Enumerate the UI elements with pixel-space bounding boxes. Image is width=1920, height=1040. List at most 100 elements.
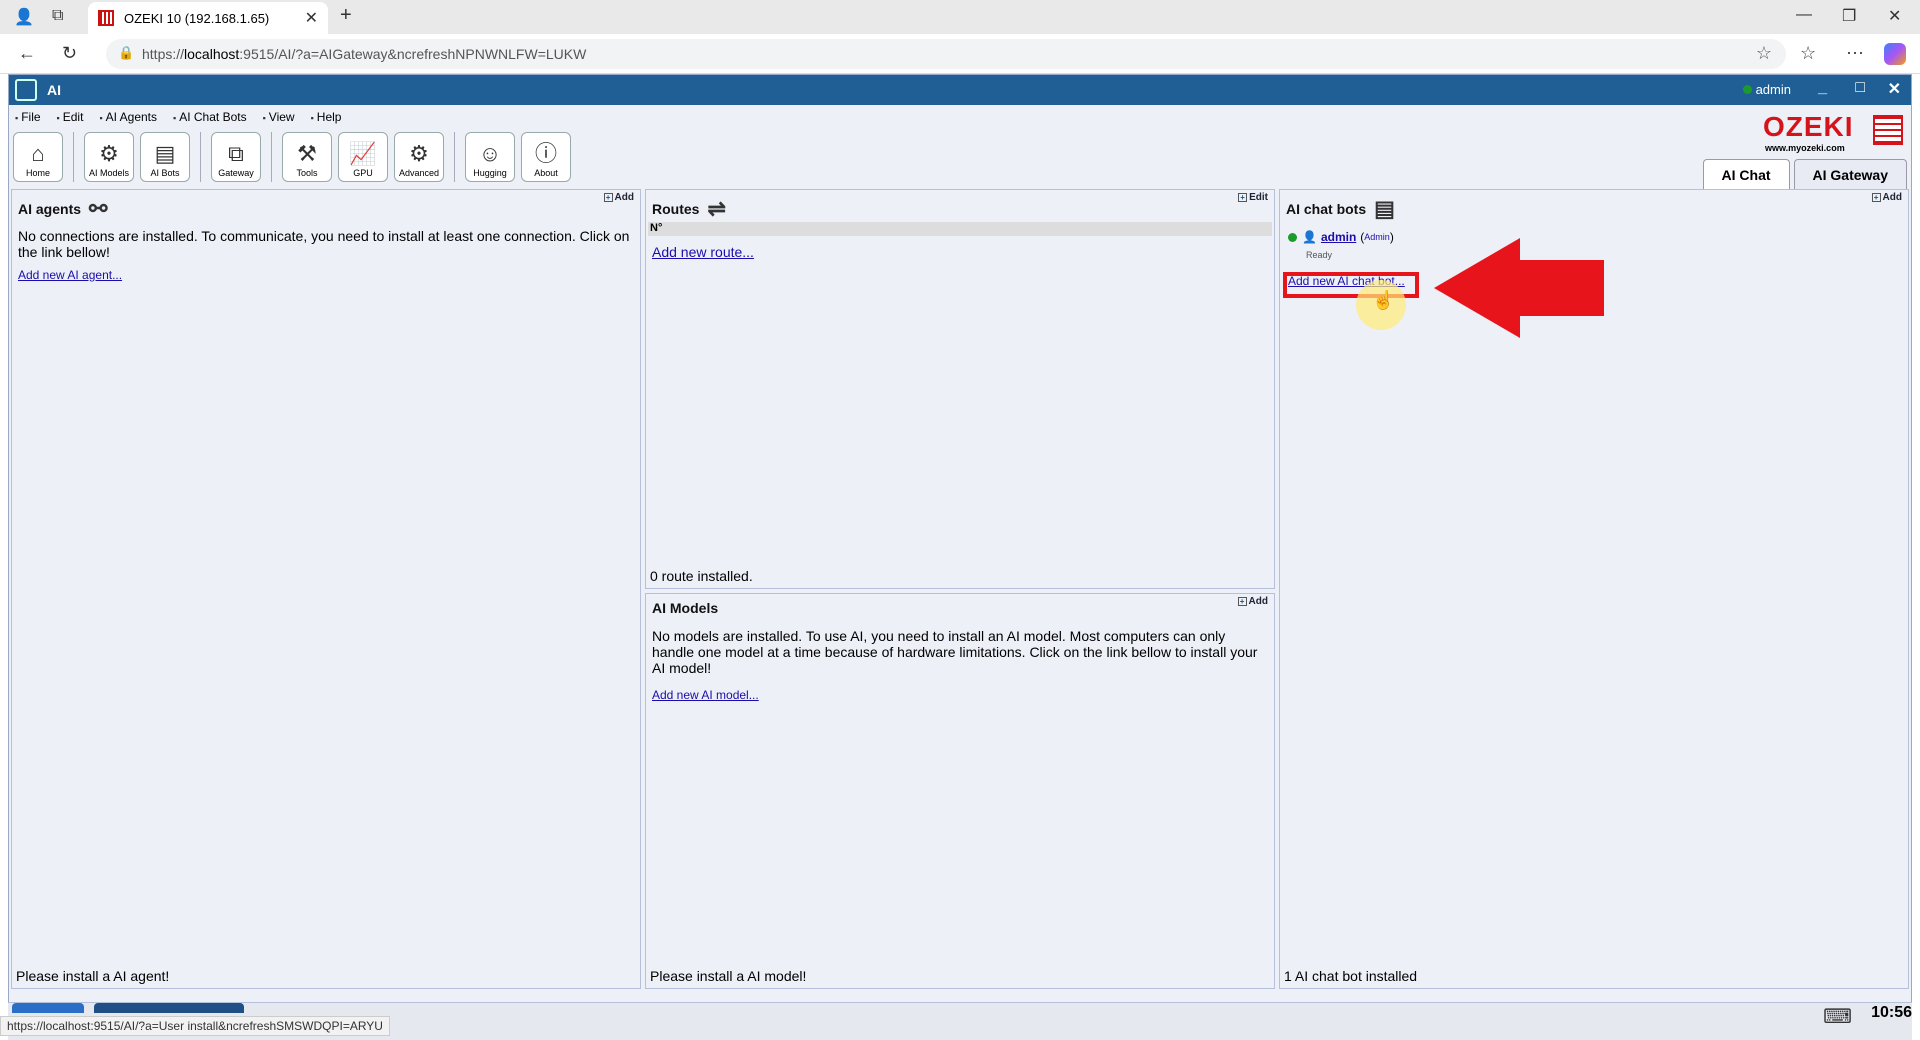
url-prefix: https:// bbox=[142, 46, 185, 62]
menu-ai-chat-bots[interactable]: AI Chat Bots bbox=[173, 110, 246, 124]
hand-cursor-icon: ☝ bbox=[1372, 290, 1395, 310]
agents-network-icon: ⚯ bbox=[89, 196, 108, 221]
add-ai-model-link[interactable]: Add new AI model... bbox=[652, 688, 759, 702]
tab-ai-gateway[interactable]: AI Gateway bbox=[1793, 159, 1907, 190]
gpu-icon: 📈 bbox=[349, 141, 377, 166]
bot-role-close: ) bbox=[1389, 230, 1394, 244]
plus-icon: + bbox=[1871, 193, 1881, 202]
ai-models-add-button[interactable]: + Add bbox=[1237, 596, 1268, 607]
routes-table-header: N° bbox=[648, 222, 1272, 236]
lock-icon[interactable]: 🔒 bbox=[118, 45, 134, 61]
toolbar-separator bbox=[454, 132, 455, 182]
panel-action-label: Add bbox=[1248, 596, 1268, 607]
plus-icon: + bbox=[1237, 597, 1247, 606]
tools-icon: ⚒ bbox=[297, 141, 317, 166]
toolbar-separator bbox=[73, 132, 74, 182]
toolbar-label: Advanced bbox=[398, 168, 440, 178]
bot-name-link[interactable]: admin bbox=[1321, 230, 1356, 244]
url-input[interactable]: 🔒 https://localhost:9515/AI/?a=AIGateway… bbox=[106, 39, 1786, 69]
app-toolbar: ⌂ Home ⚙ AI Models ▤ AI Bots ⧉ Gateway ⚒ Tool… bbox=[13, 132, 577, 186]
ai-chat-bots-title: AI chat bots ▤ bbox=[1286, 196, 1395, 222]
toolbar-tools-button[interactable]: ⚒ Tools bbox=[282, 132, 332, 182]
back-icon[interactable]: ← bbox=[18, 43, 36, 64]
toolbar-hugging-button[interactable]: ☺ Hugging bbox=[465, 132, 515, 182]
close-window-icon[interactable]: ✕ bbox=[1888, 6, 1901, 26]
ai-agents-panel: AI agents ⚯ + Add No connections are insta… bbox=[11, 189, 641, 989]
favorite-star-icon[interactable]: ☆ bbox=[1756, 43, 1772, 64]
copilot-icon[interactable] bbox=[1884, 43, 1906, 65]
menu-edit[interactable]: Edit bbox=[57, 110, 84, 124]
routes-panel: Routes ⇌ + Edit N° Add new route... 0 rout… bbox=[645, 189, 1275, 589]
add-route-link[interactable]: Add new route... bbox=[652, 244, 754, 260]
browser-tab-bar: 👤 ⧉ OZEKI 10 (192.168.1.65) ✕ + — ❐ ✕ bbox=[0, 0, 1920, 34]
tab-close-icon[interactable]: ✕ bbox=[305, 8, 318, 28]
menu-file[interactable]: File bbox=[15, 110, 40, 124]
start-button[interactable] bbox=[12, 1003, 84, 1013]
toolbar-gpu-button[interactable]: 📈 GPU bbox=[338, 132, 388, 182]
app-titlebar: AI admin _ □ ✕ bbox=[9, 75, 1911, 105]
menu-help[interactable]: Help bbox=[311, 110, 342, 124]
ai-models-footer: Please install a AI model! bbox=[650, 968, 807, 984]
url-host: localhost bbox=[184, 46, 240, 62]
toolbar-about-button[interactable]: ⓘ About bbox=[521, 132, 571, 182]
panel-action-label: Edit bbox=[1249, 192, 1268, 203]
reload-icon[interactable]: ↻ bbox=[62, 43, 77, 64]
app-user-name: admin bbox=[1755, 82, 1791, 97]
ai-agents-message: No connections are installed. To communi… bbox=[18, 228, 630, 260]
home-icon: ⌂ bbox=[31, 141, 45, 166]
ozeki-grid-icon bbox=[1873, 115, 1903, 145]
favorites-icon[interactable]: ☆ bbox=[1800, 43, 1816, 64]
tab-ai-chat[interactable]: AI Chat bbox=[1702, 159, 1790, 190]
toolbar-gateway-button[interactable]: ⧉ Gateway bbox=[211, 132, 261, 182]
user-icon: 👤 bbox=[1302, 230, 1317, 244]
about-icon: ⓘ bbox=[534, 141, 557, 166]
ai-models-icon: ⚙ bbox=[99, 141, 119, 166]
menu-view[interactable]: View bbox=[263, 110, 295, 124]
advanced-icon: ⚙ bbox=[409, 141, 429, 166]
toolbar-label: Gateway bbox=[218, 168, 254, 178]
keyboard-icon[interactable]: ⌨ bbox=[1823, 1004, 1852, 1029]
minimize-icon[interactable]: — bbox=[1796, 6, 1812, 24]
tab-actions-icon[interactable]: ⧉ bbox=[52, 7, 63, 25]
routes-edit-button[interactable]: + Edit bbox=[1238, 192, 1268, 203]
ai-agents-footer: Please install a AI agent! bbox=[16, 968, 170, 984]
profile-icon[interactable]: 👤 bbox=[14, 7, 34, 27]
ai-chat-bots-add-button[interactable]: + Add bbox=[1871, 192, 1902, 203]
app-menubar: File Edit AI Agents AI Chat Bots View He… bbox=[9, 105, 357, 129]
toolbar-home-button[interactable]: ⌂ Home bbox=[13, 132, 63, 182]
ai-agents-add-button[interactable]: + Add bbox=[603, 192, 634, 203]
panel-title-text: AI chat bots bbox=[1286, 201, 1367, 217]
ai-models-message: No models are installed. To use AI, you … bbox=[652, 628, 1258, 676]
app-maximize-icon[interactable]: □ bbox=[1855, 79, 1865, 97]
signpost-icon: ⇌ bbox=[707, 196, 726, 221]
url-rest: :9515/AI/?a=AIGateway&ncrefreshNPNWNLFW=… bbox=[239, 46, 587, 62]
toolbar-advanced-button[interactable]: ⚙ Advanced bbox=[394, 132, 444, 182]
new-tab-icon[interactable]: + bbox=[340, 4, 352, 27]
panel-title-text: AI agents bbox=[18, 201, 82, 217]
chat-bot-row[interactable]: 👤 admin (Admin) bbox=[1288, 230, 1394, 244]
restore-icon[interactable]: ❐ bbox=[1842, 6, 1856, 26]
taskbar-clock: 10:56 bbox=[1871, 1004, 1912, 1021]
app-close-icon[interactable]: ✕ bbox=[1888, 79, 1901, 99]
panel-title-text: Routes bbox=[652, 201, 700, 217]
logo-text: OZEKI bbox=[1763, 111, 1854, 142]
toolbar-ai-bots-button[interactable]: ▤ AI Bots bbox=[140, 132, 190, 182]
ozeki-logo: OZEKI www.myozeki.com bbox=[1763, 111, 1903, 155]
gateway-icon: ⧉ bbox=[228, 141, 244, 166]
app-title: AI bbox=[47, 82, 61, 98]
add-ai-agent-link[interactable]: Add new AI agent... bbox=[18, 268, 122, 282]
more-menu-icon[interactable]: ⋯ bbox=[1846, 43, 1864, 64]
taskbar-ai-item[interactable] bbox=[94, 1003, 244, 1013]
ai-models-title: AI Models bbox=[652, 600, 719, 616]
app-minimize-icon[interactable]: _ bbox=[1818, 79, 1827, 97]
red-arrow-icon bbox=[1434, 238, 1604, 338]
toolbar-ai-models-button[interactable]: ⚙ AI Models bbox=[84, 132, 134, 182]
browser-tab[interactable]: OZEKI 10 (192.168.1.65) ✕ bbox=[88, 2, 328, 34]
toolbar-label: AI Bots bbox=[150, 168, 180, 178]
menu-ai-agents[interactable]: AI Agents bbox=[99, 110, 157, 124]
ai-agents-title: AI agents ⚯ bbox=[18, 196, 107, 222]
toolbar-label: Home bbox=[25, 168, 50, 178]
logo-subtext: www.myozeki.com bbox=[1765, 143, 1845, 153]
app-user[interactable]: admin bbox=[1742, 82, 1791, 97]
edit-icon: + bbox=[1238, 193, 1248, 202]
